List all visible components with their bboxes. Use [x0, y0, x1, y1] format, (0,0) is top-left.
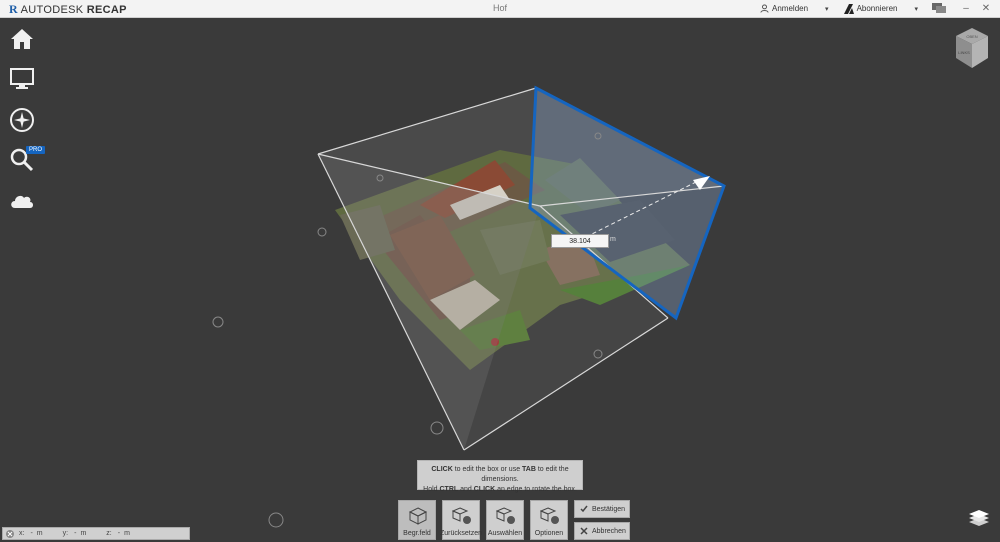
box-options-icon [540, 507, 559, 524]
tool-label: Zurücksetzen [439, 530, 483, 537]
layers-icon[interactable] [968, 508, 990, 528]
z-value: - [117, 530, 121, 537]
y-unit: m [80, 530, 87, 537]
x-label: x: [19, 530, 25, 537]
y-value: - [74, 530, 77, 537]
reset-button[interactable]: Zurücksetzen [439, 500, 483, 540]
pro-badge: PRO [26, 146, 46, 154]
limit-box-toolbar: Begr.feld Zurücksetzen Auswählen Optione… [398, 500, 630, 540]
y-label: y: [62, 530, 69, 537]
tooltip-line-2: Hold CTRL and CLICK an edge to rotate th… [423, 486, 577, 493]
tool-label: Auswählen [487, 530, 523, 537]
x-unit: m [36, 530, 43, 537]
options-button[interactable]: Optionen [530, 500, 568, 540]
viewcube-front-label: LINKS [958, 50, 970, 55]
home-icon[interactable] [9, 26, 35, 52]
tooltip-line-1: CLICK to edit the box or use TAB to edit… [431, 466, 569, 483]
cancel-label: Abbrechen [592, 527, 626, 535]
select-button[interactable]: Auswählen [486, 500, 524, 540]
z-unit: m [124, 530, 130, 537]
cloud-icon[interactable] [9, 188, 35, 214]
box-icon [408, 507, 428, 525]
dimension-unit: m [610, 236, 616, 243]
box-reset-icon [452, 507, 471, 524]
z-label: z: [106, 530, 112, 537]
dimension-input[interactable]: 38.104 [551, 234, 609, 248]
box-select-icon [496, 507, 515, 524]
confirm-label: Bestätigen [592, 505, 626, 513]
limit-box-button[interactable]: Begr.feld [398, 500, 436, 540]
x-value: - [30, 530, 33, 537]
crosshair-icon [6, 529, 14, 538]
view-cube[interactable]: OBEN LINKS [954, 26, 990, 70]
coordinates-bar: x: - m y: - m z: - m [2, 527, 190, 540]
tool-label: Begr.feld [403, 530, 431, 537]
compass-icon[interactable] [9, 107, 35, 133]
close-icon [580, 527, 588, 535]
tool-label: Optionen [534, 530, 564, 537]
instruction-tooltip: CLICK to edit the box or use TAB to edit… [417, 460, 583, 493]
cancel-button[interactable]: Abbrechen [574, 522, 630, 540]
viewcube-top-label: OBEN [966, 34, 977, 39]
monitor-icon[interactable] [9, 66, 35, 92]
check-icon [580, 505, 588, 513]
confirm-button[interactable]: Bestätigen [574, 500, 630, 518]
